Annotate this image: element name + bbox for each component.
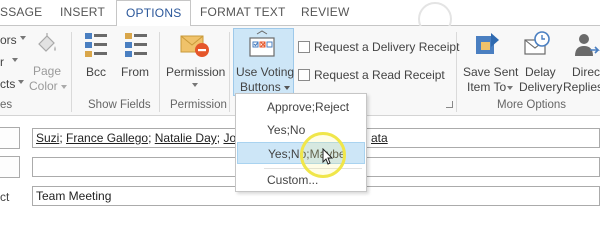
direct-replies-label: Replies bbox=[563, 80, 600, 94]
cc-button[interactable] bbox=[0, 156, 20, 178]
read-receipt-checkbox[interactable] bbox=[298, 69, 310, 81]
tab-insert[interactable]: INSERT bbox=[60, 5, 105, 19]
permission-button[interactable]: Permission bbox=[166, 65, 225, 80]
save-sent-folder-icon bbox=[476, 33, 499, 54]
tab-format-text[interactable]: FORMAT TEXT bbox=[200, 5, 286, 19]
clock-envelope-icon bbox=[524, 31, 550, 55]
fonts-button[interactable]: r bbox=[0, 55, 4, 70]
menu-item-approve-reject[interactable]: Approve;Reject bbox=[237, 96, 365, 118]
chevron-down-icon bbox=[284, 86, 290, 90]
recipient[interactable]: Suzi bbox=[36, 131, 59, 145]
delay-delivery-label: Delivery bbox=[519, 80, 563, 94]
tracking-group-launcher[interactable] bbox=[446, 101, 453, 108]
subject-label: ct bbox=[0, 190, 10, 204]
tab-review[interactable]: REVIEW bbox=[301, 5, 350, 19]
chevron-down-icon bbox=[507, 86, 513, 90]
from-icon bbox=[125, 33, 147, 57]
chevron-down-icon bbox=[61, 85, 67, 89]
recipient[interactable]: Natalie Day bbox=[155, 131, 217, 145]
chevron-down-icon bbox=[18, 80, 24, 84]
delivery-receipt-checkbox[interactable] bbox=[298, 41, 310, 53]
to-button[interactable] bbox=[0, 127, 20, 149]
more-options-group-label: More Options bbox=[497, 99, 567, 111]
bcc-icon bbox=[85, 33, 107, 57]
colors-button[interactable]: ors bbox=[0, 33, 17, 48]
voting-options-dropdown: Approve;Reject Yes;No Yes;No;Maybe Custo… bbox=[235, 93, 367, 192]
read-receipt-label: Request a Read Receipt bbox=[314, 68, 445, 82]
menu-item-yes-no[interactable]: Yes;No bbox=[237, 119, 365, 141]
group-separator bbox=[456, 32, 457, 112]
recipient[interactable]: France Gallego bbox=[66, 131, 148, 145]
paint-bucket-icon bbox=[38, 33, 56, 52]
effects-button[interactable]: cts bbox=[0, 77, 15, 92]
group-separator bbox=[159, 32, 160, 112]
direct-replies-icon bbox=[575, 34, 600, 56]
save-sent-item-button[interactable]: Save Sent bbox=[463, 65, 518, 80]
show-fields-group-label: Show Fields bbox=[88, 99, 151, 111]
group-separator bbox=[71, 32, 72, 112]
permission-group-label: Permission bbox=[170, 99, 227, 111]
group-separator bbox=[229, 32, 230, 112]
page-color-label: Color bbox=[29, 79, 58, 93]
mouse-pointer-icon bbox=[322, 148, 334, 165]
ribbon-tab-bar: SSAGE INSERT OPTIONS FORMAT TEXT REVIEW bbox=[0, 0, 600, 36]
chevron-down-icon bbox=[20, 36, 26, 40]
bcc-button[interactable]: Bcc bbox=[86, 65, 106, 80]
delivery-receipt-label: Request a Delivery Receipt bbox=[314, 40, 460, 54]
use-voting-buttons-label: Use Voting bbox=[236, 65, 295, 79]
page-color-button[interactable]: Page bbox=[33, 64, 61, 79]
from-button[interactable]: From bbox=[121, 65, 149, 80]
direct-replies-button[interactable]: Direc bbox=[572, 65, 600, 80]
delay-delivery-button[interactable]: Delay bbox=[525, 65, 556, 80]
chevron-down-icon bbox=[12, 58, 18, 62]
save-sent-item-label: Item To bbox=[467, 80, 507, 94]
chevron-down-icon bbox=[192, 83, 198, 87]
recipient-tail[interactable]: ata bbox=[371, 131, 388, 145]
voting-ballot-icon bbox=[249, 30, 275, 57]
tab-message[interactable]: SSAGE bbox=[0, 5, 42, 19]
themes-group-label: es bbox=[0, 99, 13, 111]
tab-options[interactable]: OPTIONS bbox=[116, 0, 192, 27]
menu-item-custom[interactable]: Custom... bbox=[237, 169, 365, 191]
permission-icon bbox=[180, 35, 209, 57]
